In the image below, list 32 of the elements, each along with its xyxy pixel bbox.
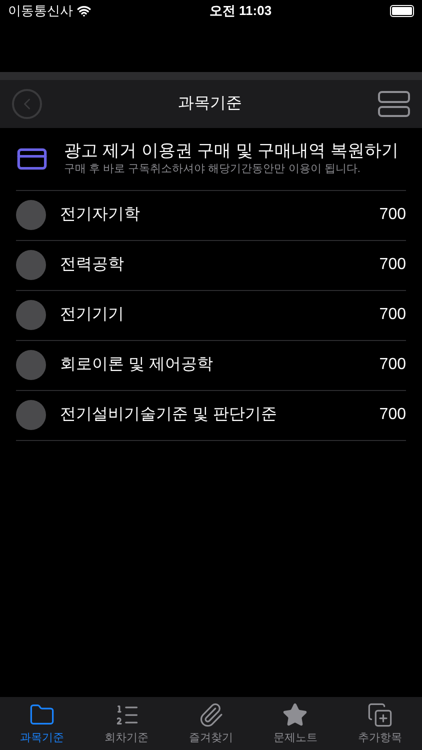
subject-row[interactable]: 전력공학 700 [16,240,406,291]
subject-row[interactable]: 전기자기학 700 [16,190,406,241]
tab-item[interactable]: 문제노트 [253,702,338,750]
subject-name: 전기설비기술기준 및 판단기준 [60,405,278,426]
battery-icon [390,5,414,17]
layout-toggle-icon[interactable] [378,91,410,117]
subject-row[interactable]: 전기기기 700 [16,290,406,341]
tab-item[interactable]: 추가항목 [338,702,422,750]
promo-subtitle: 구매 후 바로 구독취소하셔야 해당기간동안만 이용이 됩니다. [64,162,362,178]
subject-name: 회로이론 및 제어공학 [60,355,214,376]
subject-name: 전기기기 [60,305,125,326]
subject-name: 전기자기학 [60,205,141,226]
tab-item[interactable]: 회차기준 [84,702,169,750]
paperclip-icon [198,702,224,728]
clock-time: 오전 11:03 [209,2,272,20]
subject-row[interactable]: 회로이론 및 제어공학 700 [16,340,406,391]
tab-item[interactable]: 과목기준 [0,702,84,750]
carrier-name: 이동통신사 [8,2,73,20]
subject-row[interactable]: 전기설비기술기준 및 판단기준 700 [16,390,406,441]
question-count: 700 [379,355,406,376]
tab-item[interactable]: 즐겨찾기 [168,702,254,750]
question-count: 700 [379,255,406,276]
question-count: 700 [379,405,406,426]
question-count: 700 [379,305,406,326]
promo-title: 광고 제거 이용권 구매 및 구매내역 복원하기 [64,140,398,162]
question-count: 700 [379,205,406,226]
star-icon [282,702,308,728]
screen-title: 과목기준 [178,94,242,114]
add-copy-icon [366,702,393,728]
wifi-icon [77,4,91,18]
subject-name: 전력공학 [60,255,125,276]
promo-row[interactable]: 광고 제거 이용권 구매 및 구매내역 복원하기 구매 후 바로 구독취소하셔야 해당기간동안만 이용이 됩니다. [16,128,406,191]
